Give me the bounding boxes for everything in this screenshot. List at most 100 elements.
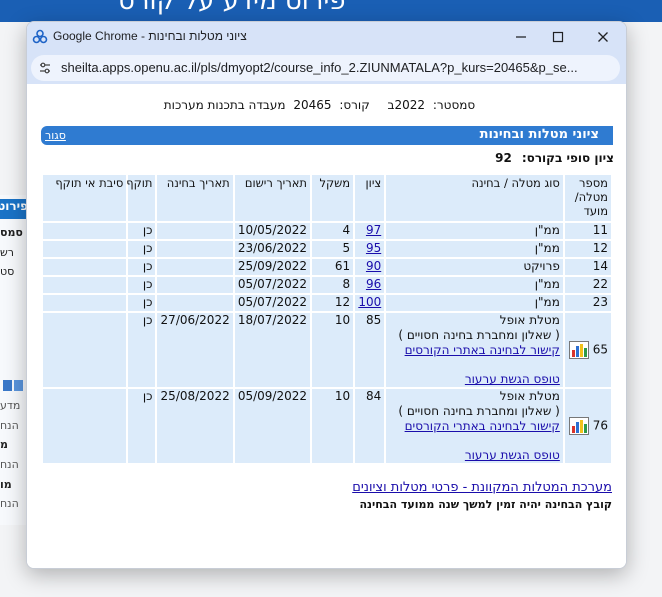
exam-type-cell: מטלת אופל ( שאלון ומחברת בחינה חסויים ) … [386, 313, 563, 387]
exam-date [157, 223, 233, 239]
maximize-button[interactable] [547, 27, 569, 47]
final-grade-label: ציון סופי בקורס: [521, 151, 614, 165]
close-icon [598, 32, 608, 42]
exam-row: 65 מטלת אופל ( שאלון ומחברת בחינה חסויים… [43, 313, 611, 387]
validity-cell: כן [128, 277, 156, 293]
column-header: תאריך רישום [234, 175, 310, 221]
assignment-type: ממ"ן [386, 241, 563, 257]
registration-date: 05/07/2022 [234, 277, 310, 293]
exam-type: מטלת אופל [499, 389, 560, 403]
assignment-type: ממ"ן [386, 277, 563, 293]
grade-cell: 85 [355, 313, 385, 387]
assignment-number: 22 [564, 277, 611, 293]
course-number: 20465 [293, 98, 332, 112]
invalid-reason [43, 295, 127, 311]
exam-course-site-link[interactable]: קישור לבחינה באתרי הקורסים [405, 343, 560, 357]
grade-cell: 84 [355, 389, 385, 463]
registration-date: 10/05/2022 [234, 223, 310, 239]
minimize-icon [516, 36, 526, 38]
registration-date: 18/07/2022 [234, 313, 310, 387]
grade-link[interactable]: 96 [366, 277, 381, 291]
exam-number: 65 [592, 342, 608, 357]
exam-row: 76 מטלת אופל ( שאלון ומחברת בחינה חסויים… [43, 389, 611, 463]
appeal-form-link[interactable]: טופס הגשת ערעור [465, 448, 560, 462]
exam-number: 76 [592, 418, 608, 433]
weight-cell: 10 [311, 389, 354, 463]
exam-file-note: קובץ הבחינה יהיה זמין למשך שנה ממועד הבח… [359, 498, 612, 511]
maximize-icon [552, 31, 564, 43]
registration-date: 05/07/2022 [234, 295, 310, 311]
validity-cell: כן [128, 259, 156, 275]
assignment-type: פרויקט [386, 259, 563, 275]
close-window-button[interactable] [592, 27, 614, 47]
assignment-number: 12 [564, 241, 611, 257]
column-header: תאריך בחינה [157, 175, 233, 221]
page-content: סמסטר: 2022ב קורס: 20465 מעבדה בתכנות מע… [27, 84, 626, 568]
assignment-number: 11 [564, 223, 611, 239]
exam-course-site-link[interactable]: קישור לבחינה באתרי הקורסים [405, 419, 560, 433]
background-side-tab: פירוט [0, 199, 28, 219]
grade-cell: 100 [355, 295, 385, 311]
invalid-reason [43, 389, 127, 463]
semester-value: 2022ב [387, 98, 426, 112]
validity-cell: כן [128, 389, 156, 463]
background-banner-text: פירוט מידע על קורס [118, 0, 346, 16]
title-bar[interactable]: Google Chrome - ציוני מטלות ובחינות [27, 22, 626, 52]
semester-label: סמסטר: [432, 98, 476, 112]
grade-link[interactable]: 95 [366, 241, 381, 255]
site-settings-icon[interactable] [38, 61, 52, 75]
exam-confidential-note: ( שאלון ומחברת בחינה חסויים ) [398, 404, 560, 418]
background-side-item: מו [0, 478, 12, 491]
grade-link[interactable]: 90 [366, 259, 381, 273]
grade-link[interactable]: 97 [366, 223, 381, 237]
url-text: sheilta.apps.openu.ac.il/pls/dmyopt2/cou… [61, 60, 578, 75]
online-assignments-link[interactable]: מערכת המטלות המקוונת - פרטי מטלות וציוני… [352, 480, 612, 495]
background-sidebar [0, 195, 28, 525]
close-link[interactable]: סגור [45, 129, 66, 142]
validity-cell: כן [128, 241, 156, 257]
minimize-button[interactable] [510, 27, 532, 47]
invalid-reason [43, 277, 127, 293]
background-side-item: הנח [0, 419, 19, 432]
table-row: 22 ממ"ן 96 8 05/07/2022 כן [43, 277, 611, 293]
exam-number-cell: 76 [564, 389, 611, 463]
validity-cell: כן [128, 295, 156, 311]
address-bar: sheilta.apps.openu.ac.il/pls/dmyopt2/cou… [27, 52, 626, 84]
background-side-item: הנח [0, 458, 19, 471]
grade-link[interactable]: 100 [358, 295, 381, 309]
column-header: סיבת אי תוקף [43, 175, 127, 221]
appeal-form-link[interactable]: טופס הגשת ערעור [465, 372, 560, 386]
table-row: 11 ממ"ן 97 4 10/05/2022 כן [43, 223, 611, 239]
background-side-item: מ [0, 438, 8, 451]
url-field[interactable]: sheilta.apps.openu.ac.il/pls/dmyopt2/cou… [31, 55, 620, 81]
weight-cell: 12 [311, 295, 354, 311]
registration-date: 25/09/2022 [234, 259, 310, 275]
invalid-reason [43, 223, 127, 239]
popup-window: Google Chrome - ציוני מטלות ובחינות shei… [26, 21, 627, 569]
weight-cell: 8 [311, 277, 354, 293]
book-icon [3, 380, 23, 391]
registration-date: 23/06/2022 [234, 241, 310, 257]
section-title: ציוני מטלות ובחינות [479, 127, 599, 142]
grade-cell: 96 [355, 277, 385, 293]
bar-chart-icon[interactable] [568, 341, 589, 359]
invalid-reason [43, 259, 127, 275]
background-side-item: רש [0, 246, 15, 259]
final-grade: ציון סופי בקורס: 92 [495, 151, 614, 165]
background-side-item: הנח [0, 497, 19, 510]
background-side-item: סמס [0, 226, 23, 239]
weight-cell: 5 [311, 241, 354, 257]
column-header: סוג מטלה / בחינה [386, 175, 563, 221]
exam-date: 25/08/2022 [157, 389, 233, 463]
exam-date [157, 241, 233, 257]
assignment-type: ממ"ן [386, 295, 563, 311]
validity-cell: כן [128, 313, 156, 387]
column-header: משקל [311, 175, 354, 221]
course-name: מעבדה בתכנות מערכות [163, 98, 286, 112]
assignment-number: 23 [564, 295, 611, 311]
weight-cell: 61 [311, 259, 354, 275]
bar-chart-icon[interactable] [568, 417, 589, 435]
column-header: מספר מטלה/ מועד [564, 175, 611, 221]
exam-confidential-note: ( שאלון ומחברת בחינה חסויים ) [398, 328, 560, 342]
background-side-item: סט [0, 265, 15, 278]
